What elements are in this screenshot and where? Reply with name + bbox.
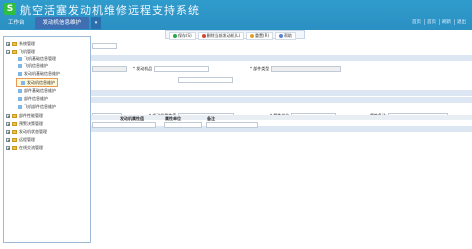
help-icon <box>278 34 283 38</box>
delete-engine-button[interactable]: 删除当前发动机(L) <box>197 32 245 40</box>
top-link-refresh[interactable]: 刷新 <box>439 19 453 25</box>
grid-input-attr[interactable] <box>92 122 156 128</box>
tree-label: 预警决策管理 <box>19 120 43 126</box>
app-logo: S <box>4 3 16 15</box>
folder-icon <box>12 145 17 150</box>
delete-icon <box>201 34 206 38</box>
tree-aircraft-part-info[interactable]: 飞机部件信息维护 <box>16 103 56 110</box>
tree-label: 部件信息维护 <box>24 95 48 101</box>
app-header: S 航空活塞发动机维修远程支持系统 首页 首页 刷新 退出 工作台 发动机信息维… <box>0 0 472 30</box>
tree-aircraft-base-info[interactable]: 飞机基础信息管理 <box>16 55 56 62</box>
tree-engine-status[interactable]: + 发动机状态管理 <box>6 128 47 135</box>
save-label: 保存(S) <box>178 33 192 38</box>
folder-icon <box>12 129 17 134</box>
top-link-home[interactable]: 首页 <box>410 19 423 25</box>
nav-sidebar: + 系统管理 − 飞机管理 飞机基础信息管理 飞机信息维护 发动机基础信息维护 发动… <box>3 36 91 243</box>
folder-icon <box>12 49 17 54</box>
expand-icon[interactable]: + <box>6 113 10 118</box>
tree-part-base-info[interactable]: 部件基础信息维护 <box>16 87 56 94</box>
tree-engine-info[interactable]: 发动机信息维护 <box>16 78 58 87</box>
tree-aircraft-info[interactable]: 飞机信息维护 <box>16 62 48 69</box>
tree-label: 发动机基础信息维护 <box>24 70 60 76</box>
tree-engine-base-info[interactable]: 发动机基础信息维护 <box>16 70 60 77</box>
engine-field-row: * 发动机品 <box>133 66 210 72</box>
page-icon <box>18 88 22 93</box>
help-button[interactable]: 帮助 <box>274 32 296 40</box>
section-band-1 <box>90 55 472 61</box>
tree-part-performance[interactable]: + 部件性能管理 <box>6 112 43 119</box>
tab-engine-info[interactable]: 发动机信息维护 <box>34 17 90 29</box>
app-title: 航空活塞发动机维修远程支持系统 <box>20 4 200 17</box>
engine-input[interactable] <box>154 66 210 72</box>
page-icon <box>18 96 22 101</box>
part-type-label: * 部件类型 <box>250 66 270 71</box>
engine-select-left[interactable] <box>92 66 127 72</box>
tree-label: 发动机信息维护 <box>27 79 55 85</box>
tree-label: 系统管理 <box>19 40 35 46</box>
page-icon <box>18 104 22 109</box>
tree-system-mgmt[interactable]: + 系统管理 <box>6 40 35 47</box>
top-links: 首页 首页 刷新 退出 <box>410 19 468 25</box>
collapse-icon[interactable]: − <box>6 49 10 54</box>
grid-header <box>90 115 472 120</box>
tree-label: 飞机管理 <box>19 48 35 54</box>
engine-label: * 发动机品 <box>133 66 153 71</box>
folder-icon <box>12 113 17 118</box>
top-link-home-2[interactable]: 首页 <box>424 19 438 25</box>
tree-warning-decision[interactable]: + 预警决策管理 <box>6 120 43 127</box>
tree-label: 发动机状态管理 <box>19 128 47 134</box>
expand-icon[interactable]: + <box>6 121 10 126</box>
tab-workbench[interactable]: 工作台 <box>0 17 33 29</box>
expand-icon[interactable]: + <box>6 137 10 142</box>
reset-label: 重置(R) <box>255 33 269 38</box>
second-input[interactable] <box>178 77 233 83</box>
delete-label: 删除当前发动机(L) <box>206 33 241 38</box>
top-input[interactable] <box>92 43 117 49</box>
save-icon <box>173 34 177 38</box>
tree-label: 远程管理 <box>19 136 35 142</box>
folder-icon <box>12 41 17 46</box>
help-label: 帮助 <box>283 33 292 38</box>
part-type-select[interactable] <box>271 66 342 72</box>
engine-row <box>92 66 127 72</box>
tree-aircraft-mgmt[interactable]: − 飞机管理 <box>6 48 35 55</box>
grid-input-unit[interactable] <box>164 122 202 128</box>
toolbar: 保存(S) 删除当前发动机(L) 重置(R) 帮助 <box>165 30 305 40</box>
top-link-logout[interactable]: 退出 <box>454 19 468 25</box>
reset-button[interactable]: 重置(R) <box>246 32 273 40</box>
tree-label: 在线交流管理 <box>19 144 43 150</box>
section-band-3 <box>90 97 472 103</box>
save-button[interactable]: 保存(S) <box>169 32 196 40</box>
page-icon <box>18 63 22 68</box>
page-icon <box>18 56 22 61</box>
folder-icon <box>12 121 17 126</box>
part-type-row: * 部件类型 <box>250 66 342 72</box>
grid-input-note[interactable] <box>206 122 258 128</box>
tree-part-info[interactable]: 部件信息维护 <box>16 95 48 102</box>
expand-icon[interactable]: + <box>6 41 10 46</box>
tree-label: 部件基础信息维护 <box>24 87 56 93</box>
folder-icon <box>12 137 17 142</box>
page-icon <box>18 71 22 76</box>
tree-label: 飞机部件信息维护 <box>24 103 56 109</box>
expand-icon[interactable]: + <box>6 129 10 134</box>
page-icon <box>21 80 25 85</box>
reset-icon <box>250 34 255 38</box>
expand-icon[interactable]: + <box>6 145 10 150</box>
tab-menu-chevron-icon[interactable]: ▾ <box>91 17 102 29</box>
tree-online-chat[interactable]: + 在线交流管理 <box>6 144 43 151</box>
tree-label: 部件性能管理 <box>19 112 43 118</box>
tree-label: 飞机基础信息管理 <box>24 55 56 61</box>
tree-remote-mgmt[interactable]: + 远程管理 <box>6 136 35 143</box>
tree-label: 飞机信息维护 <box>24 62 48 68</box>
tab-bar: 工作台 发动机信息维护 ▾ <box>0 17 102 29</box>
section-band-2 <box>90 90 472 96</box>
